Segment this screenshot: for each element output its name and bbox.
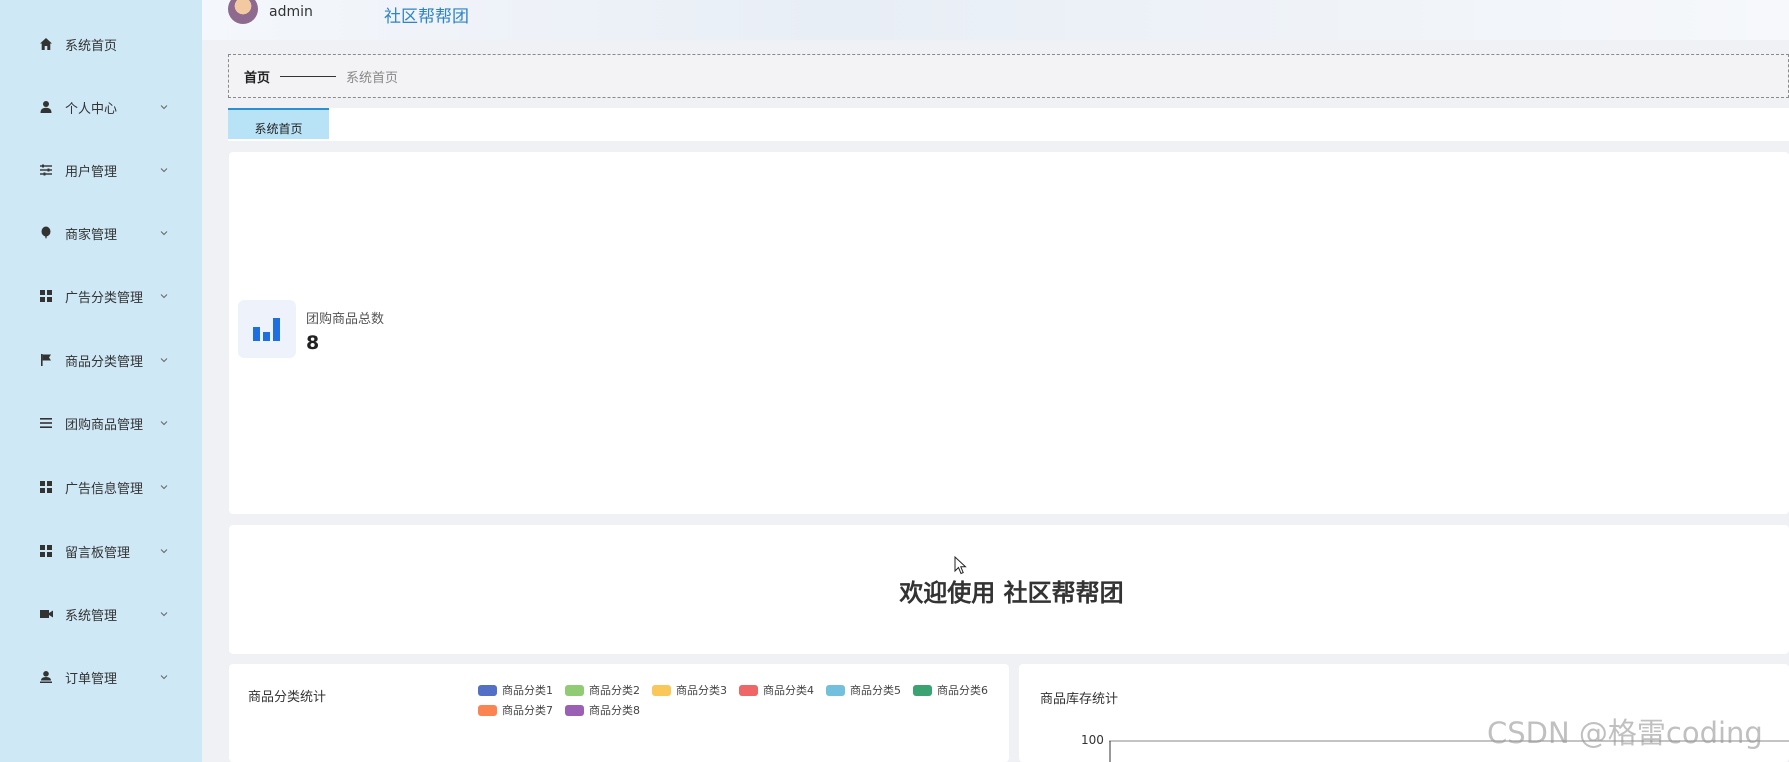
sidebar-item-label: 系统管理 <box>65 608 118 624</box>
user-icon <box>38 99 54 115</box>
video-camera-icon <box>38 606 54 622</box>
legend-swatch <box>913 684 932 696</box>
legend-label: 商品分类5 <box>850 684 901 697</box>
avatar[interactable] <box>228 0 258 24</box>
legend-label: 商品分类4 <box>763 684 814 697</box>
stat-icon-box <box>238 300 296 358</box>
breadcrumb: 首页 系统首页 <box>228 54 1789 98</box>
sidebar-item-label: 留言板管理 <box>65 545 131 561</box>
sidebar-item-system-management[interactable]: 系统管理 <box>0 594 202 634</box>
chevron-down-icon <box>160 421 168 426</box>
y-axis-tick-label: 100 <box>1081 733 1104 747</box>
welcome-card: 欢迎使用 社区帮帮团 <box>229 525 1789 654</box>
sliders-icon <box>38 162 54 178</box>
site-title: 社区帮帮团 <box>384 7 469 27</box>
sidebar-item-user-management[interactable]: 用户管理 <box>0 150 202 190</box>
sidebar-item-groupbuy-product-management[interactable]: 团购商品管理 <box>0 403 202 443</box>
sidebar-item-merchant-management[interactable]: 商家管理 <box>0 213 202 253</box>
breadcrumb-current: 系统首页 <box>346 70 399 86</box>
grid-icon <box>38 479 54 495</box>
sidebar-item-ad-category-management[interactable]: 广告分类管理 <box>0 276 202 316</box>
home-icon <box>38 36 54 52</box>
stat-value: 8 <box>306 332 320 354</box>
legend-label: 商品分类1 <box>502 684 553 697</box>
sidebar-item-label: 用户管理 <box>65 164 118 180</box>
legend-swatch <box>478 684 497 696</box>
sidebar-item-label: 系统首页 <box>65 38 118 54</box>
top-header: admin 社区帮帮团 <box>202 0 1789 40</box>
legend-swatch <box>739 684 758 696</box>
legend-swatch <box>565 684 584 696</box>
chevron-down-icon <box>160 675 168 680</box>
watermark: CSDN @格雷coding <box>1487 716 1763 750</box>
chevron-down-icon <box>160 105 168 110</box>
stock-chart-title: 商品库存统计 <box>1040 692 1119 707</box>
category-chart-title: 商品分类统计 <box>248 690 327 705</box>
tab-home[interactable]: 系统首页 <box>228 108 329 139</box>
chevron-down-icon <box>160 612 168 617</box>
chevron-down-icon <box>160 231 168 236</box>
sidebar-item-label: 广告信息管理 <box>65 481 144 497</box>
legend-item[interactable]: 商品分类3 <box>652 682 727 698</box>
sidebar-item-label: 商家管理 <box>65 227 118 243</box>
user-upload-icon <box>38 669 54 685</box>
breadcrumb-separator <box>280 75 337 77</box>
sidebar-item-label: 商品分类管理 <box>65 354 144 370</box>
sidebar-item-order-management[interactable]: 订单管理 <box>0 657 202 697</box>
breadcrumb-home[interactable]: 首页 <box>244 67 270 86</box>
grid-icon <box>38 543 54 559</box>
legend-swatch <box>826 684 845 696</box>
chevron-down-icon <box>160 168 168 173</box>
grid-icon <box>38 288 54 304</box>
legend-item[interactable]: 商品分类1 <box>478 682 553 698</box>
legend-item[interactable]: 商品分类8 <box>565 702 640 718</box>
sidebar-item-label: 个人中心 <box>65 101 118 117</box>
legend-swatch <box>565 704 584 716</box>
legend-label: 商品分类7 <box>502 704 553 717</box>
flag-icon <box>38 352 54 368</box>
sidebar-item-home[interactable]: 系统首页 <box>0 24 202 64</box>
legend-item[interactable]: 商品分类6 <box>913 682 988 698</box>
bar-chart-icon <box>253 318 280 341</box>
category-chart-card: 商品分类统计 商品分类1 商品分类2 商品分类3 商品分类4 商品分类5 商品分… <box>229 664 1009 762</box>
sidebar-item-message-board-management[interactable]: 留言板管理 <box>0 531 202 571</box>
chevron-down-icon <box>160 294 168 299</box>
sidebar: 系统首页 个人中心 用户管理 商家管理 广告分类管理 商品分类管理 团购商品管理… <box>0 0 202 762</box>
chevron-down-icon <box>160 485 168 490</box>
legend-label: 商品分类6 <box>937 684 988 697</box>
legend-item[interactable]: 商品分类4 <box>739 682 814 698</box>
list-icon <box>38 415 54 431</box>
legend-label: 商品分类3 <box>676 684 727 697</box>
mouse-cursor-icon <box>954 556 967 575</box>
legend-label: 商品分类2 <box>589 684 640 697</box>
sidebar-item-personal-center[interactable]: 个人中心 <box>0 87 202 127</box>
tab-bar: 系统首页 <box>228 108 1789 141</box>
stat-card: 团购商品总数 8 <box>229 152 1789 514</box>
sidebar-item-label: 订单管理 <box>65 671 118 687</box>
sidebar-item-product-category-management[interactable]: 商品分类管理 <box>0 340 202 380</box>
welcome-text: 欢迎使用 社区帮帮团 <box>899 579 1124 607</box>
legend-item[interactable]: 商品分类2 <box>565 682 640 698</box>
stat-label: 团购商品总数 <box>306 312 385 327</box>
balloon-icon <box>38 225 54 241</box>
sidebar-item-label: 团购商品管理 <box>65 417 144 433</box>
legend-item[interactable]: 商品分类5 <box>826 682 901 698</box>
chevron-down-icon <box>160 358 168 363</box>
sidebar-item-label: 广告分类管理 <box>65 290 144 306</box>
legend-swatch <box>652 684 671 696</box>
username[interactable]: admin <box>269 4 313 20</box>
legend-swatch <box>478 704 497 716</box>
chevron-down-icon <box>160 549 168 554</box>
legend-label: 商品分类8 <box>589 704 640 717</box>
sidebar-item-ad-info-management[interactable]: 广告信息管理 <box>0 467 202 507</box>
legend-item[interactable]: 商品分类7 <box>478 702 553 718</box>
